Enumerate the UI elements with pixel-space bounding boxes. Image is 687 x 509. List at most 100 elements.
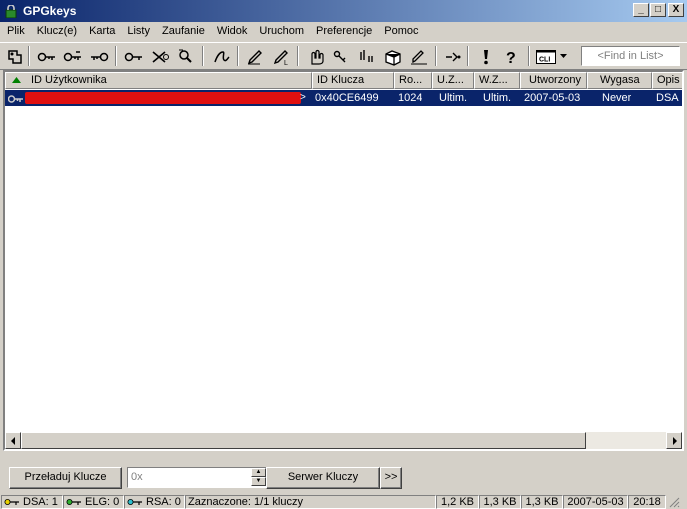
delete-key-icon[interactable] bbox=[148, 45, 171, 68]
warning-icon[interactable] bbox=[474, 45, 497, 68]
column-user-id[interactable]: ID Użytkownika bbox=[5, 72, 312, 89]
resize-grip-icon bbox=[669, 497, 680, 508]
status-bar: DSA: 1 ELG: 0 RSA: 0 Zaznaczone: 1/1 klu… bbox=[0, 494, 687, 509]
status-selected: Zaznaczone: 1/1 kluczy bbox=[185, 495, 436, 509]
resize-grip[interactable] bbox=[666, 495, 686, 509]
cli-label: CLI bbox=[539, 56, 550, 63]
svg-text:L: L bbox=[284, 60, 288, 66]
cell-key-trust: Ultim. bbox=[483, 92, 512, 104]
scroll-left-button[interactable] bbox=[5, 432, 21, 449]
toolbar-separator bbox=[115, 46, 117, 66]
window-controls: _ □ X bbox=[632, 3, 684, 17]
key-number-value: 0x bbox=[131, 471, 143, 483]
toolbar-separator bbox=[435, 46, 437, 66]
card-icon[interactable] bbox=[381, 45, 404, 68]
sort-up-icon bbox=[12, 73, 21, 88]
expand-chevron-icon: > bbox=[300, 92, 306, 103]
find-in-list-input[interactable]: <Find in List> bbox=[581, 46, 680, 66]
arrow-left-icon bbox=[10, 436, 15, 445]
cell-size: 1024 bbox=[398, 92, 423, 104]
key-ring-icon[interactable] bbox=[3, 45, 26, 68]
toolbar-separator bbox=[467, 46, 469, 66]
trust-icon[interactable] bbox=[303, 45, 326, 68]
menu-bar: Plik Klucz(e) Karta Listy Zaufanie Widok… bbox=[0, 22, 687, 41]
cell-created: 2007-05-03 bbox=[524, 92, 581, 104]
search-key-icon[interactable] bbox=[174, 45, 197, 68]
toolbar-separator bbox=[202, 46, 204, 66]
horizontal-scrollbar[interactable] bbox=[5, 432, 682, 449]
edit-key-local-icon[interactable]: L bbox=[269, 45, 292, 68]
scroll-thumb[interactable] bbox=[21, 432, 586, 449]
gpg-lock-icon bbox=[4, 4, 18, 18]
spin-up-button[interactable]: ▲ bbox=[251, 468, 266, 477]
toolbar-separator bbox=[297, 46, 299, 66]
close-button[interactable]: X bbox=[668, 3, 684, 17]
column-label: ID Użytkownika bbox=[31, 74, 107, 86]
export-key-icon[interactable] bbox=[61, 45, 84, 68]
toolbar-separator bbox=[28, 46, 30, 66]
edit-key-icon[interactable] bbox=[243, 45, 266, 68]
table-header: ID Użytkownika ID Klucza Ro... U.Z... W.… bbox=[5, 72, 682, 89]
column-key-id[interactable]: ID Klucza bbox=[312, 72, 394, 89]
status-rsa-text: RSA: 0 bbox=[146, 495, 181, 508]
import-key-icon[interactable] bbox=[35, 45, 58, 68]
dsa-key-icon bbox=[4, 498, 20, 506]
menu-uruchom[interactable]: Uruchom bbox=[253, 23, 310, 40]
reload-keys-button[interactable]: Przeładuj Klucze bbox=[9, 467, 122, 489]
column-key-trust[interactable]: W.Z... bbox=[474, 72, 520, 89]
key-properties-icon[interactable] bbox=[329, 45, 352, 68]
key-server-button[interactable]: Serwer Kluczy bbox=[266, 467, 380, 489]
column-desc[interactable]: Opis bbox=[652, 72, 682, 89]
help-icon[interactable]: ? bbox=[500, 45, 523, 68]
cli-icon[interactable]: CLI bbox=[535, 45, 557, 68]
status-elg: ELG: 0 bbox=[63, 495, 124, 509]
key-server-label: Serwer Kluczy bbox=[287, 471, 359, 483]
menu-pomoc[interactable]: Pomoc bbox=[378, 23, 424, 40]
cell-user-trust: Ultim. bbox=[439, 92, 468, 104]
status-rsa: RSA: 0 bbox=[124, 495, 185, 509]
refresh-icon[interactable] bbox=[441, 45, 464, 68]
status-dsa-text: DSA: 1 bbox=[23, 495, 58, 508]
menu-zaufanie[interactable]: Zaufanie bbox=[156, 23, 211, 40]
cell-key-id: 0x40CE6499 bbox=[315, 92, 379, 104]
edit-user-icon[interactable] bbox=[407, 45, 430, 68]
maximize-button[interactable]: □ bbox=[650, 3, 666, 17]
arrow-right-icon bbox=[672, 436, 677, 445]
menu-klucze[interactable]: Klucz(e) bbox=[31, 23, 83, 40]
key-servers-icon[interactable] bbox=[355, 45, 378, 68]
menu-plik[interactable]: Plik bbox=[1, 23, 31, 40]
window-title: GPGkeys bbox=[23, 4, 77, 18]
status-elg-text: ELG: 0 bbox=[85, 495, 120, 508]
menu-karta[interactable]: Karta bbox=[83, 23, 121, 40]
menu-listy[interactable]: Listy bbox=[121, 23, 156, 40]
column-size[interactable]: Ro... bbox=[394, 72, 432, 89]
status-size-1: 1,2 KB bbox=[436, 495, 479, 509]
spin-down-button[interactable]: ▼ bbox=[251, 477, 266, 486]
minimize-button[interactable]: _ bbox=[633, 3, 649, 17]
key-list[interactable]: ID Użytkownika ID Klucza Ro... U.Z... W.… bbox=[3, 70, 684, 451]
key-number-input[interactable]: 0x ▲ ▼ bbox=[127, 467, 267, 488]
status-size-2: 1,3 KB bbox=[479, 495, 521, 509]
sign-key-icon[interactable] bbox=[209, 45, 232, 68]
status-date: 2007-05-03 bbox=[563, 495, 628, 509]
chevron-down-icon[interactable] bbox=[558, 45, 570, 68]
more-button[interactable]: >> bbox=[380, 467, 402, 489]
toolbar-separator bbox=[237, 46, 239, 66]
table-row[interactable]: > 0x40CE6499 1024 Ultim. Ultim. 2007-05-… bbox=[5, 90, 682, 106]
generate-key-icon[interactable] bbox=[87, 45, 110, 68]
cell-expires: Never bbox=[602, 92, 632, 104]
toolbar-separator bbox=[528, 46, 530, 66]
key-icon[interactable] bbox=[122, 45, 145, 68]
menu-preferencje[interactable]: Preferencje bbox=[310, 23, 378, 40]
column-created[interactable]: Utworzony bbox=[520, 72, 587, 89]
menu-widok[interactable]: Widok bbox=[211, 23, 254, 40]
status-dsa: DSA: 1 bbox=[1, 495, 63, 509]
title-bar: GPGkeys _ □ X bbox=[0, 0, 687, 22]
keypair-icon bbox=[8, 93, 24, 103]
column-expires[interactable]: Wygasa bbox=[587, 72, 652, 89]
status-size-3: 1,3 KB bbox=[521, 495, 563, 509]
column-user-trust[interactable]: U.Z... bbox=[432, 72, 474, 89]
svg-text:?: ? bbox=[506, 50, 516, 66]
scroll-right-button[interactable] bbox=[666, 432, 682, 449]
reload-keys-label: Przeładuj Klucze bbox=[24, 471, 107, 483]
